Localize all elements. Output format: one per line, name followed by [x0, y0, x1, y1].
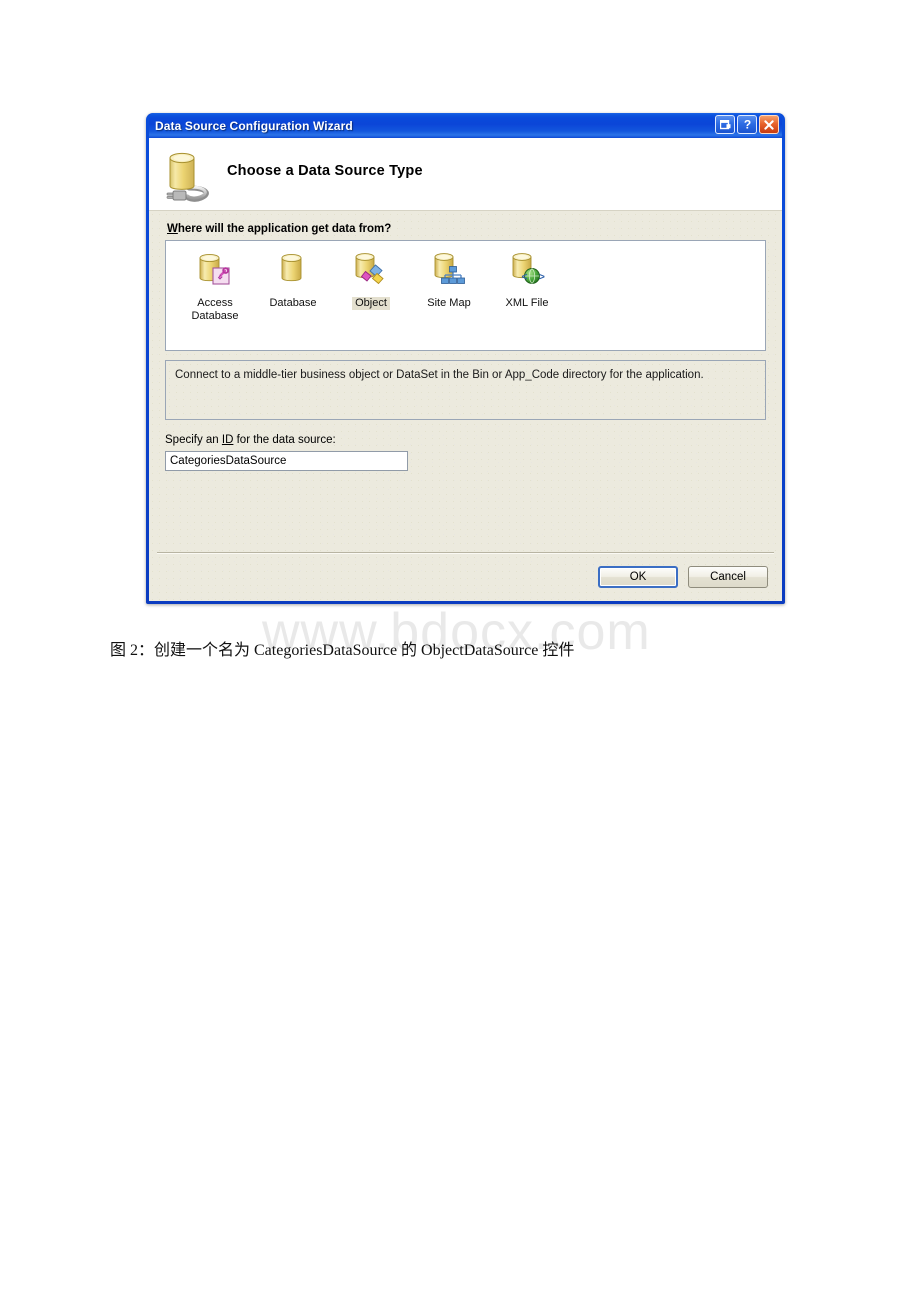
section-label: Where will the application get data from…: [167, 223, 766, 235]
data-source-label: Site Map: [427, 297, 471, 309]
data-source-type-list[interactable]: Access Database Database Object Site Map…: [165, 240, 766, 351]
dialog-titlebar[interactable]: Data Source Configuration Wizard ?: [149, 113, 782, 138]
data-source-description: Connect to a middle-tier business object…: [175, 369, 704, 381]
data-source-configuration-wizard-dialog: Data Source Configuration Wizard ? Choos…: [146, 113, 785, 604]
svg-text:<: <: [522, 272, 528, 283]
svg-text:?: ?: [743, 118, 750, 131]
footer-divider: [157, 552, 774, 554]
object-icon: [348, 250, 394, 294]
dialog-title: Data Source Configuration Wizard: [155, 118, 353, 133]
help-button[interactable]: ?: [737, 115, 757, 134]
section-label-accel: W: [167, 223, 178, 235]
data-source-description-panel: Connect to a middle-tier business object…: [165, 360, 766, 420]
data-source-label: Object: [352, 297, 390, 310]
close-button[interactable]: [759, 115, 779, 134]
data-source-id-input[interactable]: [165, 451, 408, 471]
database-icon: [270, 250, 316, 294]
data-source-item-site-map[interactable]: Site Map: [410, 250, 488, 310]
data-source-item-access-database[interactable]: Access Database: [176, 250, 254, 323]
data-source-label: Access Database: [188, 297, 241, 323]
question-mark-icon: ?: [743, 118, 750, 131]
id-label-accel: ID: [221, 434, 234, 446]
dialog-header: Choose a Data Source Type: [149, 138, 782, 211]
data-source-item-object[interactable]: Object: [332, 250, 410, 310]
titlebar-buttons: ?: [715, 115, 779, 134]
access-database-icon: [192, 250, 238, 294]
data-source-id-label: Specify an ID for the data source:: [165, 434, 766, 446]
data-source-item-xml-file[interactable]: < > XML File: [488, 250, 566, 310]
label-line-1: Access: [197, 297, 233, 309]
dialog-footer: OK Cancel: [598, 566, 768, 588]
restore-icon: [719, 119, 730, 129]
site-map-icon: [426, 250, 472, 294]
cancel-button[interactable]: Cancel: [688, 566, 768, 588]
xml-file-icon: < >: [504, 250, 550, 294]
dialog-body: Where will the application get data from…: [149, 211, 782, 601]
data-source-label: Database: [269, 297, 317, 309]
restore-button[interactable]: [715, 115, 735, 134]
data-source-label: XML File: [505, 297, 549, 309]
svg-text:>: >: [539, 272, 545, 283]
close-icon: [764, 119, 774, 130]
id-label-suffix: for the data source:: [233, 434, 336, 446]
section-label-rest: here will the application get data from?: [177, 223, 392, 235]
database-plug-icon: [161, 144, 221, 206]
label-line-2: Database: [191, 310, 239, 322]
data-source-item-database[interactable]: Database: [254, 250, 332, 310]
page-title: Choose a Data Source Type: [227, 163, 423, 179]
id-label-prefix: Specify an: [165, 434, 222, 446]
figure-caption: 图 2：创建一个名为 CategoriesDataSource 的 Object…: [110, 642, 575, 659]
ok-button[interactable]: OK: [598, 566, 678, 588]
